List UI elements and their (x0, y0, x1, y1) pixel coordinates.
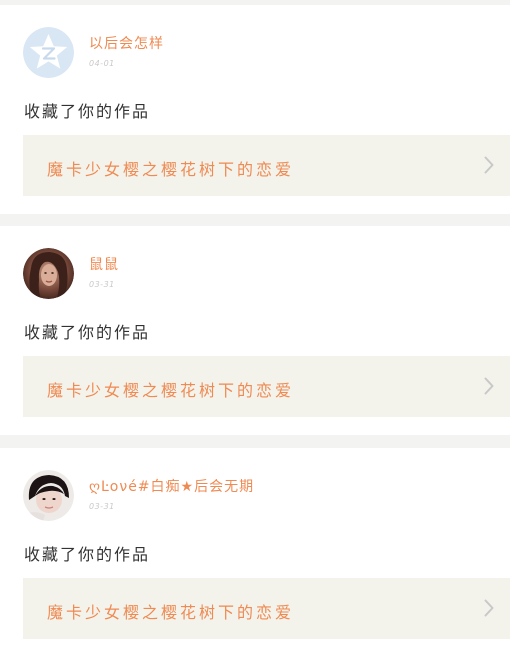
avatar[interactable] (23, 27, 74, 78)
user-photo-icon (23, 470, 74, 521)
action-text: 收藏了你的作品 (24, 323, 151, 342)
chevron-right-icon (484, 599, 494, 617)
work-link[interactable]: 魔卡少女樱之樱花树下的恋爱 (23, 135, 510, 196)
timestamp: 03-31 (89, 502, 115, 511)
qzone-star-icon (23, 27, 74, 78)
username[interactable]: 鼠鼠 (89, 254, 119, 274)
work-title: 魔卡少女樱之樱花树下的恋爱 (47, 381, 295, 400)
chevron-right-icon (484, 156, 494, 174)
work-title: 魔卡少女樱之樱花树下的恋爱 (47, 160, 295, 179)
notification-card: 鼠鼠 03-31 收藏了你的作品 魔卡少女樱之樱花树下的恋爱 (0, 226, 510, 435)
avatar[interactable] (23, 248, 74, 299)
timestamp: 04-01 (89, 59, 115, 68)
timestamp: 03-31 (89, 280, 115, 289)
work-title: 魔卡少女樱之樱花树下的恋爱 (47, 603, 295, 622)
work-link[interactable]: 魔卡少女樱之樱花树下的恋爱 (23, 578, 510, 639)
chevron-right-icon (484, 377, 494, 395)
work-link[interactable]: 魔卡少女樱之樱花树下的恋爱 (23, 356, 510, 417)
username[interactable]: 以后会怎样 (89, 33, 164, 53)
username[interactable]: ღĿoνé#白痴★后会无期 (89, 476, 254, 496)
user-photo-icon (23, 248, 74, 299)
notification-card: ღĿoνé#白痴★后会无期 03-31 收藏了你的作品 魔卡少女樱之樱花树下的恋… (0, 448, 510, 655)
action-text: 收藏了你的作品 (24, 102, 151, 121)
avatar[interactable] (23, 470, 74, 521)
notification-feed: 以后会怎样 04-01 收藏了你的作品 魔卡少女樱之樱花树下的恋爱 鼠鼠 03-… (0, 0, 510, 655)
notification-card: 以后会怎样 04-01 收藏了你的作品 魔卡少女樱之樱花树下的恋爱 (0, 5, 510, 214)
action-text: 收藏了你的作品 (24, 545, 151, 564)
